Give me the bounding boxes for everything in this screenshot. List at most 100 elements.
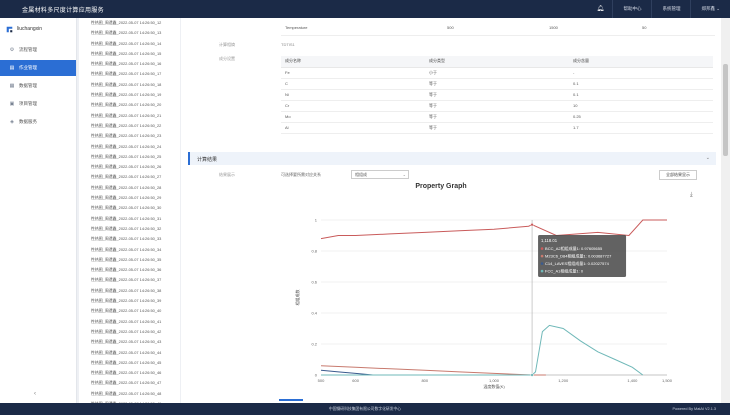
x-tick-label: 1,200: [558, 378, 569, 383]
table-cell: Al: [281, 122, 425, 134]
table-cell: Fe: [281, 67, 425, 79]
list-item[interactable]: 性热图_周遗鑫_2022-05-07 14:26:50_21: [79, 111, 180, 121]
y-tick-label: 0.4: [311, 311, 317, 316]
job-icon: ▤: [9, 65, 15, 71]
sidebar-item-data[interactable]: ▦ 数据管理: [0, 78, 76, 94]
sidebar-user-name: liuchangxin: [17, 26, 43, 32]
list-item[interactable]: 性热图_周遗鑫_2022-05-07 14:26:50_23: [79, 131, 180, 141]
sidebar-item-job[interactable]: ▤ 作业管理: [0, 60, 76, 76]
help-center-link[interactable]: 帮助中心: [612, 0, 651, 18]
y-tick-label: 0: [315, 373, 318, 378]
x-tick-label: 1,500: [662, 378, 673, 383]
list-item[interactable]: 性热图_周遗鑫_2022-05-07 14:26:50_27: [79, 172, 180, 182]
list-item[interactable]: 性热图_周遗鑫_2022-05-07 14:26:50_26: [79, 162, 180, 172]
list-item[interactable]: 性热图_周遗鑫_2022-05-07 14:26:50_35: [79, 255, 180, 265]
property-graph[interactable]: 0 0.2 0.4 0.6 0.8 1 500 600 800 1,000 1,200 1,400 1,…: [281, 190, 711, 390]
tooltip-title: 1,118.01: [541, 238, 558, 243]
list-item[interactable]: 性热图_周遗鑫_2022-05-07 14:26:50_24: [79, 142, 180, 152]
list-item[interactable]: 性热图_周遗鑫_2022-05-07 14:26:50_41: [79, 317, 180, 327]
relation-select[interactable]: 相组成 ⌄: [351, 170, 409, 179]
chevron-down-icon[interactable]: ⌄: [706, 155, 710, 161]
param-row: Temperature 500 1500 50: [281, 18, 715, 36]
list-item[interactable]: 性热图_周遗鑫_2022-05-07 14:26:50_39: [79, 296, 180, 306]
table-header-row: 成分名称 成分类型 成分含量: [281, 56, 713, 68]
job-detail-panel: Temperature 500 1500 50 计算相熵 TDTIS1 成分设置…: [181, 18, 721, 403]
table-cell: C: [281, 78, 425, 90]
list-item[interactable]: 性热图_周遗鑫_2022-05-07 14:26:50_38: [79, 286, 180, 296]
table-cell: 等于: [425, 100, 569, 112]
relation-select-label: 可选择要所需对应关系: [281, 172, 321, 177]
user-menu[interactable]: 郑邦鑫 ⌄: [690, 0, 730, 18]
job-file-list: 性热图_周遗鑫_2022-05-07 14:26:50_12 性热图_周遗鑫_20…: [79, 18, 180, 403]
system-manage-link[interactable]: 系统管理: [651, 0, 690, 18]
list-item[interactable]: 性热图_周遗鑫_2022-05-07 14:26:50_22: [79, 121, 180, 131]
list-item[interactable]: 性热图_周遗鑫_2022-05-07 14:26:50_37: [79, 275, 180, 285]
table-row: Ni 等于 0.1: [281, 89, 713, 101]
list-item[interactable]: 性热图_周遗鑫_2022-05-07 14:26:50_20: [79, 100, 180, 110]
list-item[interactable]: 性热图_周遗鑫_2022-05-07 14:26:50_48: [79, 389, 180, 399]
x-tick-label: 500: [318, 378, 325, 383]
list-item[interactable]: 性热图_周遗鑫_2022-05-07 14:26:50_32: [79, 224, 180, 234]
top-navbar: 金属材料多尺度计算应用服务 🔔︎ 帮助中心 系统管理 郑邦鑫 ⌄: [0, 0, 730, 18]
sidebar-item-label: 作业管理: [19, 65, 37, 70]
param-min: 500: [447, 25, 454, 30]
bell-icon[interactable]: 🔔︎: [586, 0, 612, 18]
list-item[interactable]: 性热图_周遗鑫_2022-05-07 14:26:50_28: [79, 183, 180, 193]
table-row: Mo 等于 0.25: [281, 111, 713, 123]
list-item[interactable]: 性热图_周遗鑫_2022-05-07 14:26:50_42: [79, 327, 180, 337]
tooltip-marker: [540, 269, 544, 273]
sidebar-item-project[interactable]: ▣ 项目管理: [0, 96, 76, 112]
list-item[interactable]: 性热图_周遗鑫_2022-05-07 14:26:50_16: [79, 59, 180, 69]
list-item[interactable]: 性热图_周遗鑫_2022-05-07 14:26:50_13: [79, 28, 180, 38]
app-title: 金属材料多尺度计算应用服务: [22, 8, 104, 14]
table-cell: 0.1: [569, 78, 713, 90]
sidebar-item-service[interactable]: ◈ 数据服务: [0, 114, 76, 130]
table-cell: 等于: [425, 122, 569, 134]
collapse-sidebar-button[interactable]: ‹: [34, 391, 36, 397]
list-item[interactable]: 性热图_周遗鑫_2022-05-07 14:26:50_31: [79, 214, 180, 224]
list-item[interactable]: 性热图_周遗鑫_2022-05-07 14:26:50_15: [79, 49, 180, 59]
table-cell: Cr: [281, 100, 425, 112]
param-max: 1500: [549, 25, 558, 30]
list-item[interactable]: 性热图_周遗鑫_2022-05-07 14:26:50_46: [79, 368, 180, 378]
list-item[interactable]: 性热图_周遗鑫_2022-05-07 14:26:50_30: [79, 203, 180, 213]
list-item[interactable]: 性热图_周遗鑫_2022-05-07 14:26:50_25: [79, 152, 180, 162]
table-cell: Mo: [281, 111, 425, 123]
list-item[interactable]: 性热图_周遗鑫_2022-05-07 14:26:50_43: [79, 337, 180, 347]
list-item[interactable]: 性热图_周遗鑫_2022-05-07 14:26:50_19: [79, 90, 180, 100]
list-item[interactable]: 性热图_周遗鑫_2022-05-07 14:26:50_12: [79, 18, 180, 28]
y-tick-label: 0.8: [311, 249, 317, 254]
y-tick-label: 0.6: [311, 280, 317, 285]
show-all-results-button[interactable]: 全部结果显示: [659, 170, 697, 180]
tooltip-line: C14_LAVES相组成量1: 0.02027574: [545, 260, 610, 266]
table-cell: 0.1: [569, 89, 713, 101]
tooltip-line: FCC_A1相组成量1: 0: [545, 268, 584, 274]
table-cell: 10: [569, 100, 713, 112]
y-axis-label: 相组成数: [294, 290, 300, 306]
composition-table: 成分名称 成分类型 成分含量 Fe 小于 - C 等于 0.1 Ni 等于 0.1 Cr 等于 10 M…: [281, 56, 713, 134]
tooltip-line: BCC_A2相组成量1: 0.97605655: [545, 245, 603, 251]
list-item[interactable]: 性热图_周遗鑫_2022-05-07 14:26:50_36: [79, 265, 180, 275]
table-row: Cr 等于 10: [281, 100, 713, 112]
list-item[interactable]: 性热图_周遗鑫_2022-05-07 14:26:50_34: [79, 245, 180, 255]
list-item[interactable]: 性热图_周遗鑫_2022-05-07 14:26:50_45: [79, 358, 180, 368]
tooltip-marker: [540, 262, 544, 265]
calc-result-section-header[interactable]: 计算结果 ⌄: [188, 152, 716, 165]
scrollbar-thumb[interactable]: [723, 64, 728, 156]
list-item[interactable]: 性热图_周遗鑫_2022-05-07 14:26:50_44: [79, 348, 180, 358]
list-item[interactable]: 性热图_周遗鑫_2022-05-07 14:26:50_47: [79, 378, 180, 388]
list-item[interactable]: 性热图_周遗鑫_2022-05-07 14:26:50_18: [79, 80, 180, 90]
table-row: C 等于 0.1: [281, 78, 713, 90]
tooltip-line: M23C6_D84相组成量1: 0.003687727: [545, 253, 612, 259]
list-item[interactable]: 性热图_周遗鑫_2022-05-07 14:26:50_17: [79, 69, 180, 79]
x-tick-label: 1,000: [489, 378, 500, 383]
header-actions: 🔔︎ 帮助中心 系统管理 郑邦鑫 ⌄: [586, 0, 730, 18]
table-row: Al 等于 1.7: [281, 122, 713, 134]
section-title: 计算结果: [197, 157, 218, 163]
sidebar-item-flow[interactable]: ⚙ 流程管理: [0, 42, 76, 58]
list-item[interactable]: 性热图_周遗鑫_2022-05-07 14:26:50_14: [79, 39, 180, 49]
list-item[interactable]: 性热图_周遗鑫_2022-05-07 14:26:50_33: [79, 234, 180, 244]
list-item[interactable]: 性热图_周遗鑫_2022-05-07 14:26:50_40: [79, 306, 180, 316]
list-item[interactable]: 性热图_周遗鑫_2022-05-07 14:26:50_29: [79, 193, 180, 203]
main-scrollbar[interactable]: [721, 18, 730, 403]
